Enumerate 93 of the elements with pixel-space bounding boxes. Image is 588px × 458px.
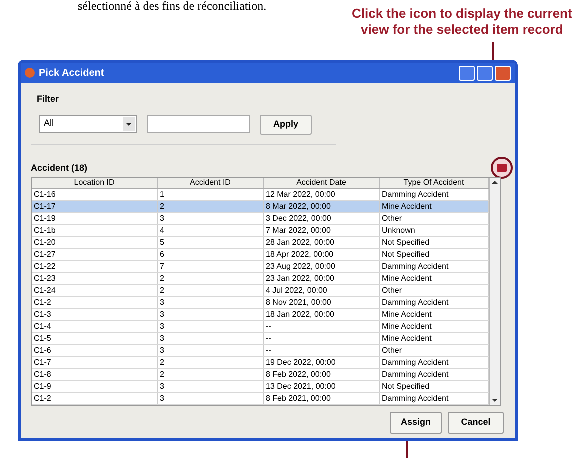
body-text: sélectionné à des fins de réconciliation. xyxy=(78,0,267,13)
table-cell: 3 xyxy=(158,345,264,356)
table-cell: 3 Dec 2022, 00:00 xyxy=(264,213,380,224)
table-row[interactable]: C1-4 3 -- Mine Accident xyxy=(32,321,489,333)
record-view-icon[interactable] xyxy=(491,157,513,179)
table-row[interactable]: C1-17 2 8 Mar 2022, 00:00 Mine Accident xyxy=(32,201,489,213)
table-row[interactable]: C1-2 3 8 Nov 2021, 00:00 Damming Accident xyxy=(32,297,489,309)
table-cell: 7 Mar 2022, 00:00 xyxy=(264,225,380,236)
table-cell: C1-5 xyxy=(32,333,158,344)
table-cell: 4 xyxy=(158,225,264,236)
table-cell: -- xyxy=(264,345,380,356)
table-cell: 3 xyxy=(158,213,264,224)
table-cell: 23 Jan 2022, 00:00 xyxy=(264,273,380,284)
table-row[interactable]: C1-9 3 13 Dec 2021, 00:00 Not Specified xyxy=(32,381,489,393)
table-cell: 2 xyxy=(158,369,264,380)
table-cell: C1-2 xyxy=(32,297,158,308)
table-cell: C1-7 xyxy=(32,357,158,368)
table-cell: C1-20 xyxy=(32,237,158,248)
maximize-button[interactable] xyxy=(477,66,493,80)
table-cell: C1-16 xyxy=(32,189,158,200)
table-cell: C1-8 xyxy=(32,369,158,380)
table-cell: 6 xyxy=(158,249,264,260)
table-row[interactable]: C1-2 3 8 Feb 2021, 00:00 Damming Accident xyxy=(32,393,489,405)
table-row[interactable]: C1-8 2 8 Feb 2022, 00:00 Damming Accident xyxy=(32,369,489,381)
grid-caption: Accident (18) xyxy=(31,162,88,175)
table-cell: 2 xyxy=(158,357,264,368)
table-cell: C1-19 xyxy=(32,213,158,224)
table-cell: 3 xyxy=(158,309,264,320)
table-row[interactable]: C1-19 3 3 Dec 2022, 00:00 Other xyxy=(32,213,489,225)
table-cell: C1-24 xyxy=(32,285,158,296)
table-row[interactable]: C1-27 6 18 Apr 2022, 00:00 Not Specified xyxy=(32,249,489,261)
callout-text: Click the icon to display the current xyxy=(352,6,572,22)
table-row[interactable]: C1-16 1 12 Mar 2022, 00:00 Damming Accident xyxy=(32,189,489,201)
table-cell: 2 xyxy=(158,201,264,212)
table-cell: C1-17 xyxy=(32,201,158,212)
table-cell: 8 Feb 2022, 00:00 xyxy=(264,369,380,380)
table-row[interactable]: C1-3 3 18 Jan 2022, 00:00 Mine Accident xyxy=(32,309,489,321)
table-cell: 5 xyxy=(158,237,264,248)
table-cell: -- xyxy=(264,321,380,332)
table-cell: C1-4 xyxy=(32,321,158,332)
cancel-button[interactable]: Cancel xyxy=(448,412,504,434)
caret-icon xyxy=(123,117,135,131)
table-cell: 7 xyxy=(158,261,264,272)
table-cell: C1-27 xyxy=(32,249,158,260)
table-cell: 3 xyxy=(158,333,264,344)
column-header[interactable]: Accident Date xyxy=(264,178,380,188)
table-cell: 23 Aug 2022, 00:00 xyxy=(264,261,380,272)
assign-button[interactable]: Assign xyxy=(390,412,442,434)
app-icon xyxy=(25,68,35,78)
table-cell: 8 Nov 2021, 00:00 xyxy=(264,297,380,308)
table-cell: 8 Mar 2022, 00:00 xyxy=(264,201,380,212)
table-cell: C1-3 xyxy=(32,309,158,320)
table-cell: 4 Jul 2022, 00:00 xyxy=(264,285,380,296)
table-cell: C1-6 xyxy=(32,345,158,356)
table-row[interactable]: C1-20 5 28 Jan 2022, 00:00 Not Specified xyxy=(32,237,489,249)
table-cell: 19 Dec 2022, 00:00 xyxy=(264,357,380,368)
scrollbar[interactable] xyxy=(489,178,500,405)
filter-label: Filter xyxy=(37,93,60,106)
table-row[interactable]: C1-1b 4 7 Mar 2022, 00:00 Unknown xyxy=(32,225,489,237)
table-cell: 2 xyxy=(158,273,264,284)
table-row[interactable]: C1-7 2 19 Dec 2022, 00:00 Damming Accident xyxy=(32,357,489,369)
table-cell: 3 xyxy=(158,381,264,392)
table-cell: 18 Apr 2022, 00:00 xyxy=(264,249,380,260)
table-cell: 12 Mar 2022, 00:00 xyxy=(264,189,380,200)
column-header[interactable]: Location ID xyxy=(32,178,158,188)
table-cell: C1-9 xyxy=(32,381,158,392)
apply-button[interactable]: Apply xyxy=(260,115,312,135)
table-row[interactable]: C1-24 2 4 Jul 2022, 00:00 Other xyxy=(32,285,489,297)
table-cell: C1-22 xyxy=(32,261,158,272)
table-cell: 3 xyxy=(158,393,264,404)
table-cell: C1-23 xyxy=(32,273,158,284)
close-button[interactable] xyxy=(495,66,511,80)
table-cell: 1 xyxy=(158,189,264,200)
table-cell: 13 Dec 2021, 00:00 xyxy=(264,381,380,392)
table-row[interactable]: C1-5 3 -- Mine Accident xyxy=(32,333,489,345)
table-cell: 18 Jan 2022, 00:00 xyxy=(264,309,380,320)
table-cell: 28 Jan 2022, 00:00 xyxy=(264,237,380,248)
callout-text: view for the selected item record xyxy=(361,22,564,38)
table-cell: C1-2 xyxy=(32,393,158,404)
table-cell: 3 xyxy=(158,297,264,308)
table-cell: 8 Feb 2021, 00:00 xyxy=(264,393,380,404)
table-cell: -- xyxy=(264,333,380,344)
filter-input[interactable] xyxy=(147,115,250,133)
filter-dropdown[interactable]: All xyxy=(39,115,137,133)
window-title: Pick Accident xyxy=(39,66,104,80)
column-header[interactable]: Accident ID xyxy=(158,178,264,188)
table-row[interactable]: C1-6 3 -- Other xyxy=(32,345,489,357)
minimize-button[interactable] xyxy=(459,66,475,80)
table-cell: 3 xyxy=(158,321,264,332)
table-cell: 2 xyxy=(158,285,264,296)
table-row[interactable]: C1-23 2 23 Jan 2022, 00:00 Mine Accident xyxy=(32,273,489,285)
table-row[interactable]: C1-22 7 23 Aug 2022, 00:00 Damming Accident xyxy=(32,261,489,273)
table-cell: C1-1b xyxy=(32,225,158,236)
